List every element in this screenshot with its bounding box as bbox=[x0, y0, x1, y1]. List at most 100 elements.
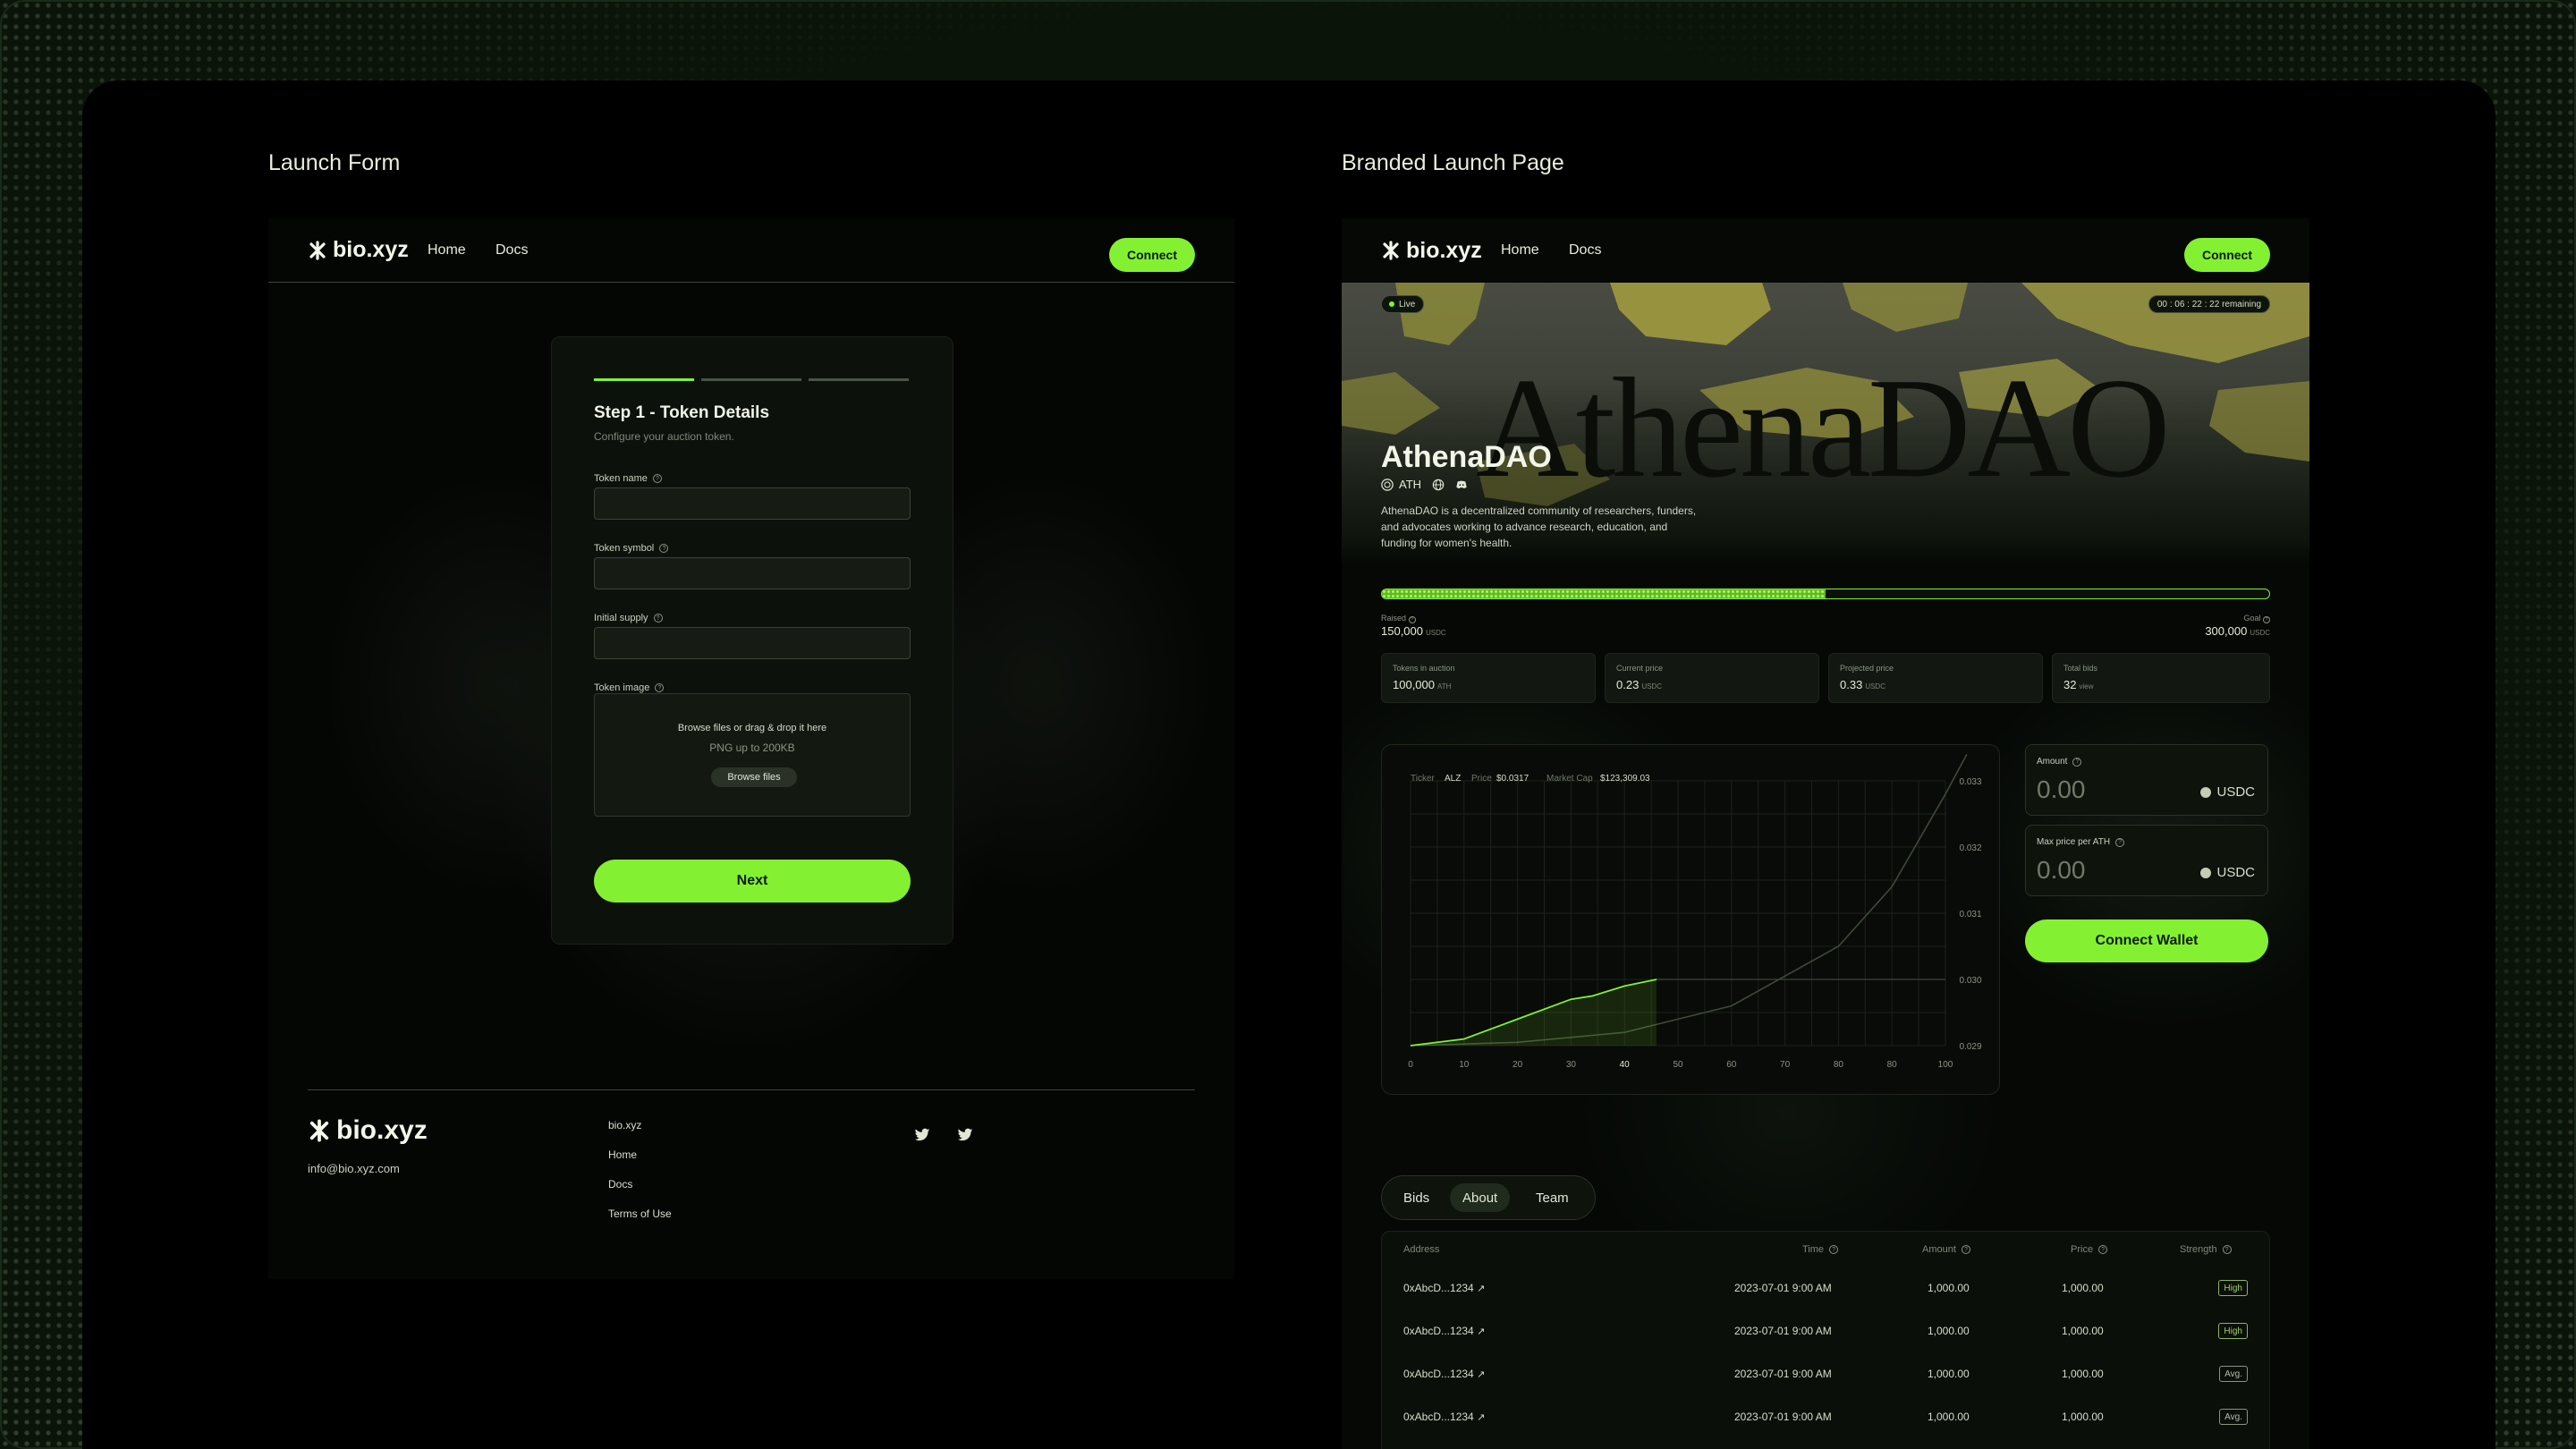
connect-button[interactable]: Connect bbox=[2184, 238, 2270, 272]
bids-table: Address Time? Amount? Price? Strength? 0… bbox=[1381, 1231, 2270, 1449]
amount-value[interactable]: 0.00 bbox=[2037, 775, 2086, 804]
help-icon[interactable]: ? bbox=[653, 614, 663, 623]
chart-header-text: ALZ bbox=[1445, 774, 1461, 784]
token-symbol-input[interactable] bbox=[594, 557, 911, 589]
usdc-icon bbox=[2200, 786, 2212, 798]
bid-time: 2023-07-01 9:00 AM bbox=[1734, 1325, 1832, 1337]
strength-badge: High bbox=[2218, 1280, 2248, 1296]
stat-projected-price: Projected price 0.33 USDC bbox=[1828, 653, 2043, 703]
y-tick-label: 0.029 bbox=[1959, 1042, 1981, 1052]
twitter-icon[interactable] bbox=[914, 1128, 930, 1142]
footer-link-bio[interactable]: bio.xyz bbox=[608, 1119, 641, 1131]
external-link-icon: ↗ bbox=[1477, 1326, 1486, 1337]
amount-label: Amount? bbox=[2037, 757, 2082, 767]
usdc-icon bbox=[2200, 867, 2212, 878]
logo[interactable]: bio.xyz bbox=[1381, 238, 1482, 264]
tab-about[interactable]: About bbox=[1450, 1183, 1511, 1212]
projected-price-line bbox=[1410, 754, 1968, 1046]
top-nav: bio.xyz Home Docs Connect bbox=[268, 218, 1234, 283]
browse-files-button[interactable]: Browse files bbox=[711, 767, 797, 787]
x-tick-label: 0 bbox=[1408, 1060, 1413, 1070]
form-title: Step 1 - Token Details bbox=[594, 403, 770, 422]
y-tick-label: 0.033 bbox=[1959, 777, 1981, 787]
dropzone-text: Browse files or drag & drop it here bbox=[677, 723, 827, 733]
col-address: Address bbox=[1403, 1244, 1440, 1255]
raised-label: Raised ? bbox=[1381, 614, 1416, 623]
bid-address[interactable]: 0xAbcD...1234 ↗ bbox=[1403, 1282, 1485, 1294]
chart-header-text: Ticker bbox=[1411, 774, 1436, 784]
step-3-bar bbox=[809, 378, 909, 381]
connect-button[interactable]: Connect bbox=[1109, 238, 1195, 272]
max-price-label: Max price per ATH? bbox=[2037, 837, 2125, 847]
bid-amount: 1,000.00 bbox=[1928, 1411, 1970, 1423]
bid-address[interactable]: 0xAbcD...1234 ↗ bbox=[1403, 1368, 1485, 1380]
detail-tabs: Bids About Team bbox=[1381, 1175, 1596, 1220]
bid-amount: 1,000.00 bbox=[1928, 1325, 1970, 1337]
max-price-field[interactable]: Max price per ATH? 0.00 USDC bbox=[2025, 825, 2268, 896]
external-link-icon: ↗ bbox=[1477, 1412, 1486, 1423]
next-button[interactable]: Next bbox=[594, 860, 911, 902]
bio-logo-icon bbox=[309, 1119, 329, 1142]
bid-address[interactable]: 0xAbcD...1234 ↗ bbox=[1403, 1411, 1485, 1423]
footer-link-terms[interactable]: Terms of Use bbox=[608, 1208, 672, 1220]
form-subtitle: Configure your auction token. bbox=[594, 430, 734, 443]
footer-link-home[interactable]: Home bbox=[608, 1148, 637, 1161]
image-dropzone[interactable]: Browse files or drag & drop it here PNG … bbox=[594, 693, 911, 817]
token-image-label: Token image? bbox=[594, 682, 665, 693]
help-icon[interactable]: ? bbox=[652, 474, 662, 483]
tab-bids[interactable]: Bids bbox=[1391, 1183, 1442, 1212]
external-link-icon: ↗ bbox=[1477, 1369, 1486, 1380]
token-icon bbox=[1381, 478, 1394, 491]
live-dot-icon bbox=[1389, 301, 1394, 307]
strength-badge: High bbox=[2218, 1323, 2248, 1339]
globe-icon[interactable] bbox=[1432, 479, 1445, 491]
bid-price: 1,000.00 bbox=[2062, 1368, 2104, 1380]
nav-home-link[interactable]: Home bbox=[1501, 242, 1539, 258]
project-description: AthenaDAO is a decentralized community o… bbox=[1381, 504, 1697, 549]
project-meta: ATH bbox=[1381, 478, 1468, 491]
external-link-icon: ↗ bbox=[1477, 1284, 1486, 1294]
stat-total-bids[interactable]: Total bids 32 view bbox=[2052, 653, 2270, 703]
help-icon[interactable]: ? bbox=[655, 683, 665, 692]
footer-logo[interactable]: bio.xyz bbox=[308, 1115, 428, 1146]
token-name-input[interactable] bbox=[594, 487, 911, 520]
price-chart: Ticker ALZ Price $0.0317 Market Cap $123,309.… bbox=[1381, 744, 2000, 1095]
nav-docs-link[interactable]: Docs bbox=[496, 242, 528, 258]
raise-progress-bar bbox=[1381, 589, 2270, 599]
nav-home-link[interactable]: Home bbox=[428, 242, 466, 258]
bid-address[interactable]: 0xAbcD...1234 ↗ bbox=[1403, 1325, 1485, 1337]
col-price: Price? bbox=[2071, 1244, 2108, 1255]
max-price-value[interactable]: 0.00 bbox=[2037, 856, 2086, 885]
footer-logo-text: bio.xyz bbox=[336, 1115, 428, 1145]
connect-wallet-button[interactable]: Connect Wallet bbox=[2025, 919, 2268, 962]
hero-watermark-text: AthenaDAO bbox=[1476, 348, 2171, 507]
bid-time: 2023-07-01 9:00 AM bbox=[1734, 1411, 1832, 1423]
footer-link-docs[interactable]: Docs bbox=[608, 1178, 632, 1191]
branded-launch-panel: bio.xyz Home Docs Connect AthenaDAO Live… bbox=[1342, 218, 2309, 1449]
countdown-timer: 00 : 06 : 22 : 22 remaining bbox=[2148, 295, 2270, 313]
nav-docs-link[interactable]: Docs bbox=[1569, 242, 1601, 258]
amount-field[interactable]: Amount? 0.00 USDC bbox=[2025, 744, 2268, 816]
logo[interactable]: bio.xyz bbox=[308, 237, 409, 263]
stat-current-price: Current price 0.23 USDC bbox=[1605, 653, 1819, 703]
initial-supply-input[interactable] bbox=[594, 627, 911, 659]
x-tick-label: 20 bbox=[1513, 1060, 1523, 1070]
bid-time: 2023-07-01 9:00 AM bbox=[1734, 1282, 1832, 1294]
goal-value: 300,000 USDC bbox=[2205, 624, 2270, 638]
twitter-icon[interactable] bbox=[957, 1128, 973, 1142]
bid-price: 1,000.00 bbox=[2062, 1411, 2104, 1423]
col-amount: Amount? bbox=[1922, 1244, 1970, 1255]
x-tick-label: 80 bbox=[1887, 1060, 1898, 1070]
col-strength: Strength? bbox=[2180, 1244, 2232, 1255]
bid-price: 1,000.00 bbox=[2062, 1282, 2104, 1294]
footer-email[interactable]: info@bio.xyz.com bbox=[308, 1162, 400, 1175]
x-tick-label: 70 bbox=[1780, 1060, 1791, 1070]
help-icon[interactable]: ? bbox=[659, 544, 669, 553]
tab-team[interactable]: Team bbox=[1523, 1183, 1581, 1212]
amount-currency: USDC bbox=[2200, 784, 2255, 800]
token-name-label: Token name? bbox=[594, 473, 662, 484]
discord-icon[interactable] bbox=[1455, 479, 1468, 491]
step-2-bar bbox=[701, 378, 801, 381]
step-1-bar bbox=[594, 378, 694, 381]
chart-header-text: $0.0317 bbox=[1496, 774, 1530, 784]
